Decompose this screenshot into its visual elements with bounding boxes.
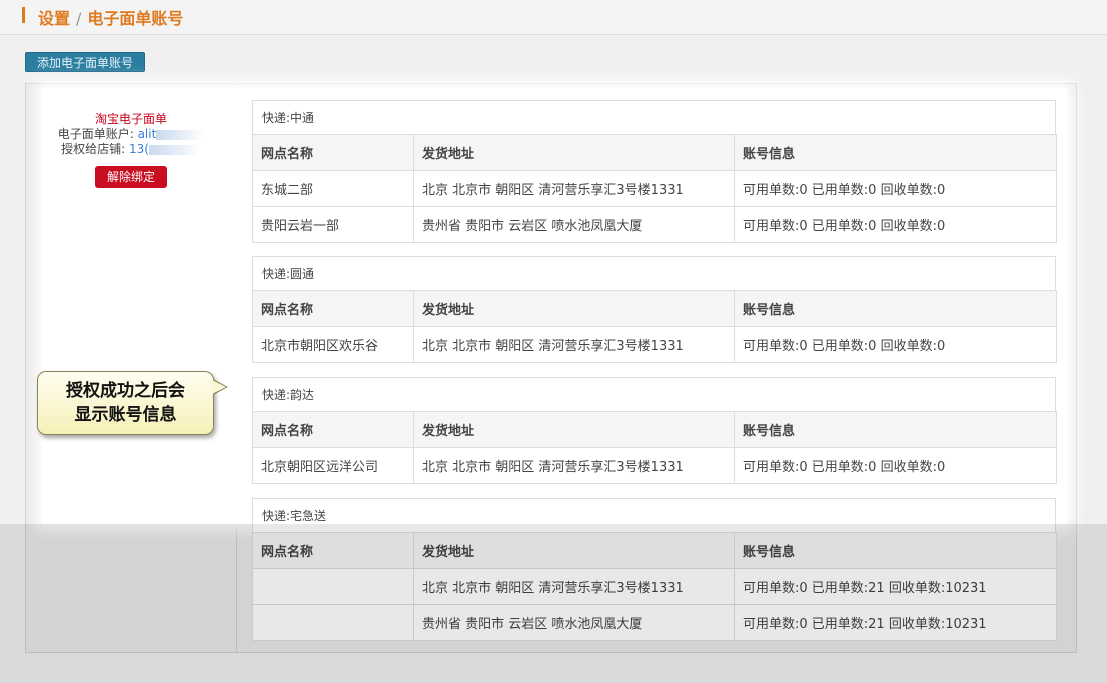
account-info-cell: 可用单数:0 已用单数:0 回收单数:0 — [734, 326, 1057, 363]
table-header-row: 网点名称 发货地址 账号信息 — [252, 134, 1057, 171]
account-card: 淘宝电子面单 电子面单账户: alit 授权给店铺: 13( 解除绑定 — [42, 112, 220, 188]
column-header: 账号信息 — [734, 532, 1057, 569]
account-info-cell: 可用单数:0 已用单数:0 回收单数:0 — [734, 170, 1057, 207]
table-row: 贵州省 贵阳市 云岩区 喷水池凤凰大厦 可用单数:0 已用单数:21 回收单数:1… — [252, 604, 1057, 641]
header-accent-bar — [22, 7, 25, 23]
ship-address-cell: 北京 北京市 朝阳区 清河营乐享汇3号楼1331 — [413, 326, 735, 363]
breadcrumb-settings[interactable]: 设置 — [38, 9, 70, 28]
account-label: 电子面单账户: — [57, 127, 134, 141]
courier-name: 快递:圆通 — [252, 256, 1056, 290]
column-header: 发货地址 — [413, 532, 735, 569]
courier-name: 快递:韵达 — [252, 377, 1056, 411]
courier-section: 快递:圆通 网点名称 发货地址 账号信息 北京市朝阳区欢乐谷 北京 北京市 朝阳区 清河营… — [252, 256, 1057, 363]
shop-label: 授权给店铺: — [61, 142, 126, 156]
breadcrumb-separator: / — [76, 9, 82, 28]
callout-pointer-fill — [212, 380, 226, 394]
column-header: 发货地址 — [413, 411, 735, 448]
column-header: 发货地址 — [413, 134, 735, 171]
branch-name-cell: 北京朝阳区远洋公司 — [252, 447, 414, 484]
breadcrumb: 设置 / 电子面单账号 — [38, 5, 183, 29]
table-row: 北京 北京市 朝阳区 清河营乐享汇3号楼1331 可用单数:0 已用单数:21 回… — [252, 568, 1057, 605]
column-header: 账号信息 — [734, 134, 1057, 171]
table-row: 北京市朝阳区欢乐谷 北京 北京市 朝阳区 清河营乐享汇3号楼1331 可用单数:0 … — [252, 326, 1057, 363]
courier-section: 快递:中通 网点名称 发货地址 账号信息 东城二部 北京 北京市 朝阳区 清河营乐享汇3号… — [252, 100, 1057, 243]
account-info-cell: 可用单数:0 已用单数:0 回收单数:0 — [734, 206, 1057, 243]
branch-name-cell — [252, 568, 414, 605]
table-row: 贵阳云岩一部 贵州省 贵阳市 云岩区 喷水池凤凰大厦 可用单数:0 已用单数:0 回… — [252, 206, 1057, 243]
callout-line-2: 显示账号信息 — [74, 405, 177, 425]
branch-name-cell — [252, 604, 414, 641]
table-row: 北京朝阳区远洋公司 北京 北京市 朝阳区 清河营乐享汇3号楼1331 可用单数:0 … — [252, 447, 1057, 484]
ship-address-cell: 贵州省 贵阳市 云岩区 喷水池凤凰大厦 — [413, 604, 735, 641]
column-header: 网点名称 — [252, 411, 414, 448]
add-waybill-account-button[interactable]: 添加电子面单账号 — [25, 52, 145, 72]
courier-name: 快递:宅急送 — [252, 498, 1056, 532]
branch-name-cell: 北京市朝阳区欢乐谷 — [252, 326, 414, 363]
courier-name: 快递:中通 — [252, 100, 1056, 134]
column-header: 网点名称 — [252, 134, 414, 171]
ship-address-cell: 北京 北京市 朝阳区 清河营乐享汇3号楼1331 — [413, 447, 735, 484]
page-header: 设置 / 电子面单账号 — [0, 0, 1107, 35]
unbind-button[interactable]: 解除绑定 — [95, 166, 167, 188]
account-title: 淘宝电子面单 — [94, 112, 167, 126]
tip-callout: 授权成功之后会 显示账号信息 — [37, 371, 228, 435]
table-row: 东城二部 北京 北京市 朝阳区 清河营乐享汇3号楼1331 可用单数:0 已用单数:… — [252, 170, 1057, 207]
branch-name-cell: 贵阳云岩一部 — [252, 206, 414, 243]
column-header: 发货地址 — [413, 290, 735, 327]
ship-address-cell: 贵州省 贵阳市 云岩区 喷水池凤凰大厦 — [413, 206, 735, 243]
callout-line-1: 授权成功之后会 — [66, 381, 185, 401]
account-info-cell: 可用单数:0 已用单数:21 回收单数:10231 — [734, 604, 1057, 641]
courier-table: 网点名称 发货地址 账号信息 东城二部 北京 北京市 朝阳区 清河营乐享汇3号楼1331… — [252, 134, 1057, 243]
ship-address-cell: 北京 北京市 朝阳区 清河营乐享汇3号楼1331 — [413, 170, 735, 207]
column-header: 账号信息 — [734, 290, 1057, 327]
ship-address-cell: 北京 北京市 朝阳区 清河营乐享汇3号楼1331 — [413, 568, 735, 605]
shop-value: 13( — [128, 142, 149, 156]
table-header-row: 网点名称 发货地址 账号信息 — [252, 532, 1057, 569]
courier-section: 快递:宅急送 网点名称 发货地址 账号信息 北京 北京市 朝阳区 清河营乐享汇3号楼13… — [252, 498, 1057, 641]
courier-table: 网点名称 发货地址 账号信息 北京朝阳区远洋公司 北京 北京市 朝阳区 清河营乐享汇3号… — [252, 411, 1057, 484]
masked-text — [148, 144, 201, 155]
courier-section: 快递:韵达 网点名称 发货地址 账号信息 北京朝阳区远洋公司 北京 北京市 朝阳区 清河营… — [252, 377, 1057, 484]
table-header-row: 网点名称 发货地址 账号信息 — [252, 411, 1057, 448]
account-info-cell: 可用单数:0 已用单数:0 回收单数:0 — [734, 447, 1057, 484]
column-header: 网点名称 — [252, 290, 414, 327]
account-info-cell: 可用单数:0 已用单数:21 回收单数:10231 — [734, 568, 1057, 605]
column-header: 网点名称 — [252, 532, 414, 569]
branch-name-cell: 东城二部 — [252, 170, 414, 207]
courier-table: 网点名称 发货地址 账号信息 北京市朝阳区欢乐谷 北京 北京市 朝阳区 清河营乐享汇3号… — [252, 290, 1057, 363]
column-header: 账号信息 — [734, 411, 1057, 448]
breadcrumb-current: 电子面单账号 — [87, 9, 184, 28]
masked-text — [156, 129, 205, 140]
courier-table: 网点名称 发货地址 账号信息 北京 北京市 朝阳区 清河营乐享汇3号楼1331 可用单数… — [252, 532, 1057, 641]
account-row: 电子面单账户: alit — [42, 127, 220, 142]
shop-row: 授权给店铺: 13( — [42, 142, 220, 157]
account-value: alit — [137, 127, 157, 141]
table-header-row: 网点名称 发货地址 账号信息 — [252, 290, 1057, 327]
